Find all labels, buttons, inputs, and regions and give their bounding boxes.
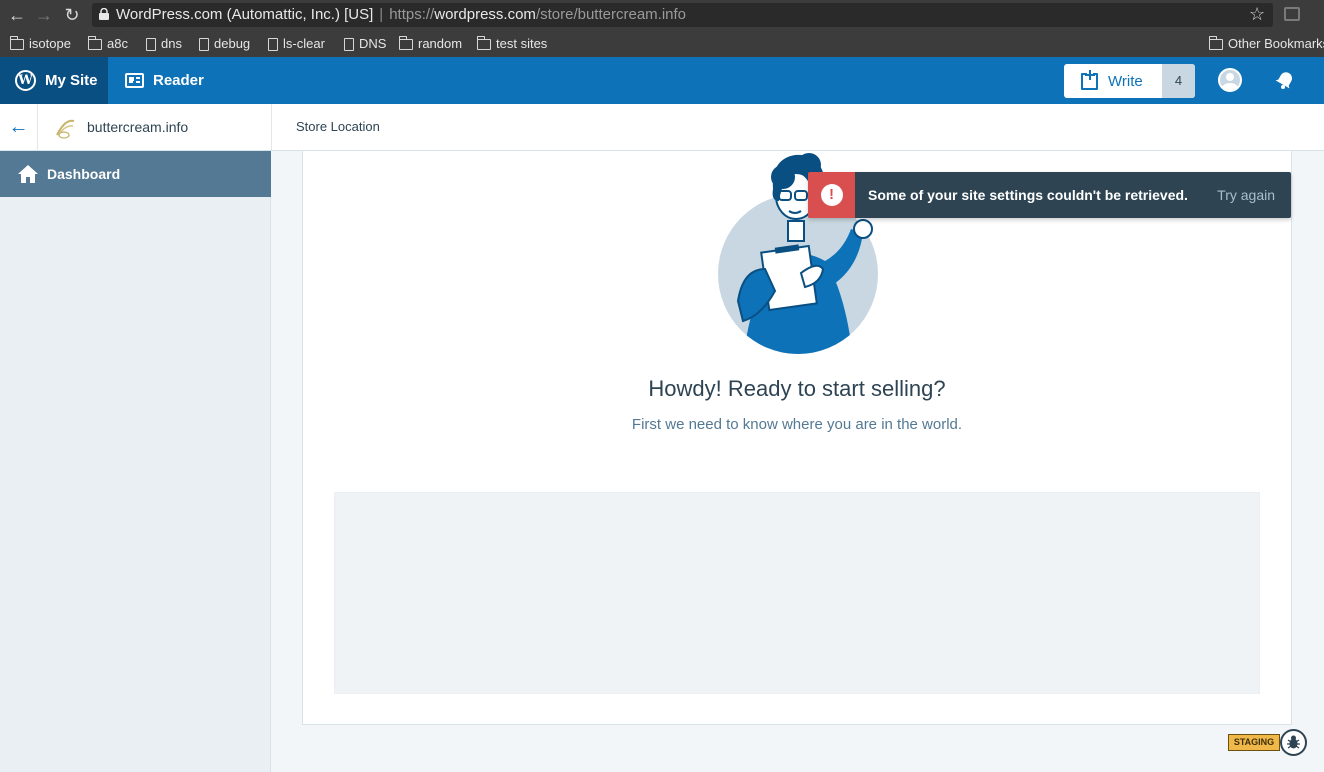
page-icon: [344, 37, 354, 51]
site-name[interactable]: buttercream.info: [87, 119, 188, 135]
reader-label: Reader: [153, 72, 204, 89]
bookmark-label: DNS: [359, 36, 387, 51]
back-arrow-icon[interactable]: ←: [7, 5, 27, 25]
error-notice: ! Some of your site settings couldn't be…: [808, 172, 1291, 218]
page-icon: [199, 37, 209, 51]
bookmark-label: isotope: [29, 36, 71, 51]
bookmark-a8c[interactable]: a8c: [87, 35, 128, 53]
bookmark-label: test sites: [496, 36, 548, 51]
user-avatar-icon[interactable]: [1218, 68, 1242, 92]
bookmarks-bar: isotope a8c dns debug ls-clear DNS rando…: [0, 30, 1324, 57]
bookmark-test-sites[interactable]: test sites: [476, 35, 548, 53]
url-domain: wordpress.com: [434, 6, 536, 23]
bookmark-star-icon[interactable]: ☆: [1249, 4, 1265, 25]
forward-arrow-icon[interactable]: →: [34, 5, 54, 25]
url-prefix: https://: [389, 6, 435, 23]
bug-report-icon[interactable]: [1280, 729, 1307, 756]
bookmark-label: a8c: [107, 36, 128, 51]
reload-icon[interactable]: ↻: [62, 5, 82, 25]
page-title: Store Location: [296, 119, 380, 134]
welcome-heading: Howdy! Ready to start selling?: [648, 376, 946, 401]
notice-message: Some of your site settings couldn't be r…: [868, 187, 1188, 203]
bookmark-isotope[interactable]: isotope: [9, 35, 71, 53]
try-again-button[interactable]: Try again: [1217, 187, 1275, 203]
folder-icon: [398, 35, 413, 50]
write-button-group: Write 4: [1064, 64, 1195, 98]
wordpress-logo-icon: W: [15, 70, 36, 91]
write-label: Write: [1108, 72, 1143, 90]
bookmark-DNS[interactable]: DNS: [344, 35, 386, 53]
sidebar: Dashboard: [0, 151, 271, 772]
address-bar[interactable]: WordPress.com (Automattic, Inc.) [US] | ht…: [92, 3, 1273, 27]
home-icon: [18, 165, 38, 183]
site-identity-label: WordPress.com (Automattic, Inc.) [US]: [116, 6, 374, 23]
bookmark-dns[interactable]: dns: [146, 35, 182, 53]
bookmark-ls-clear[interactable]: ls-clear: [268, 35, 325, 53]
url-path: /store/buttercream.info: [535, 6, 687, 23]
page-icon: [268, 37, 278, 51]
page-icon: [146, 37, 156, 51]
store-address-form-placeholder: [334, 492, 1260, 694]
alert-icon: !: [820, 184, 843, 206]
reader-icon: [125, 73, 144, 88]
folder-icon: [9, 35, 24, 50]
browser-chrome: ← → ↻ WordPress.com (Automattic, Inc.) […: [0, 0, 1324, 57]
folder-icon: [1208, 35, 1223, 50]
folder-icon: [87, 35, 102, 50]
divider: [271, 104, 272, 150]
cast-icon[interactable]: [1284, 7, 1300, 21]
section-header: ← buttercream.info Store Location: [0, 104, 1324, 151]
bookmark-debug[interactable]: debug: [199, 35, 250, 53]
folder-icon: [476, 35, 491, 50]
lock-icon: [99, 8, 109, 20]
browser-toolbar: ← → ↻ WordPress.com (Automattic, Inc.) […: [0, 0, 1324, 30]
masterbar: W My Site Reader Write 4: [0, 57, 1324, 104]
notice-icon-area: !: [808, 172, 855, 218]
my-site-button[interactable]: W My Site: [0, 57, 108, 104]
bookmark-label: ls-clear: [283, 36, 325, 51]
sidebar-item-label: Dashboard: [47, 166, 121, 182]
bookmark-random[interactable]: random: [398, 35, 463, 53]
other-bookmarks[interactable]: Other Bookmarks: [1208, 35, 1324, 53]
bookmark-label: Other Bookmarks: [1228, 36, 1324, 51]
my-site-label: My Site: [45, 72, 98, 89]
notifications-bell-icon[interactable]: [1275, 70, 1295, 90]
new-post-icon: [1081, 69, 1098, 90]
bookmark-label: debug: [214, 36, 251, 51]
staging-badge: STAGING: [1228, 734, 1280, 751]
bookmark-label: random: [418, 36, 463, 51]
write-button[interactable]: Write: [1064, 64, 1162, 98]
bookmark-label: dns: [161, 36, 182, 51]
url-separator: |: [379, 6, 384, 23]
reader-button[interactable]: Reader: [125, 57, 204, 104]
welcome-subheading: First we need to know where you are in t…: [631, 416, 963, 433]
drafts-count-button[interactable]: 4: [1162, 64, 1195, 98]
sidebar-item-dashboard[interactable]: Dashboard: [0, 151, 271, 197]
back-arrow-icon[interactable]: ←: [0, 104, 38, 150]
site-logo-icon: [56, 119, 75, 139]
